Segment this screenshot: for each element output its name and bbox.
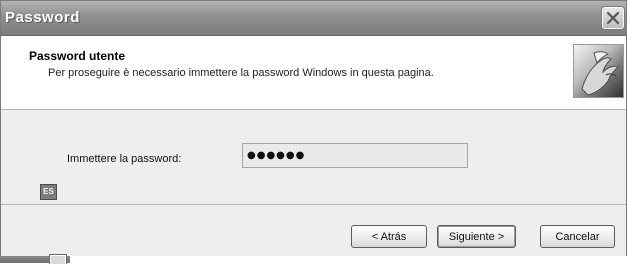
header-title: Password utente: [29, 49, 126, 63]
close-icon: [606, 11, 620, 25]
button-bar: < Atrás Siguiente > Cancelar: [1, 204, 626, 256]
next-button[interactable]: Siguiente >: [437, 225, 516, 248]
cancel-button[interactable]: Cancelar: [540, 225, 615, 248]
back-button[interactable]: < Atrás: [351, 225, 427, 248]
password-label: Immettere la password:: [67, 153, 182, 165]
title-bar[interactable]: Password: [1, 1, 626, 36]
password-input[interactable]: [242, 143, 468, 168]
header-subtitle: Per proseguire è necessario immettere la…: [48, 67, 434, 79]
header-panel: Password utente Per proseguire è necessa…: [1, 36, 626, 110]
password-dialog: Password Password utente Per proseguire …: [0, 0, 627, 256]
form-area: Immettere la password: ES: [1, 110, 626, 204]
window-title: Password: [5, 9, 80, 26]
close-button[interactable]: [602, 7, 624, 29]
hands-image: [573, 44, 624, 98]
language-indicator[interactable]: ES: [40, 184, 57, 200]
